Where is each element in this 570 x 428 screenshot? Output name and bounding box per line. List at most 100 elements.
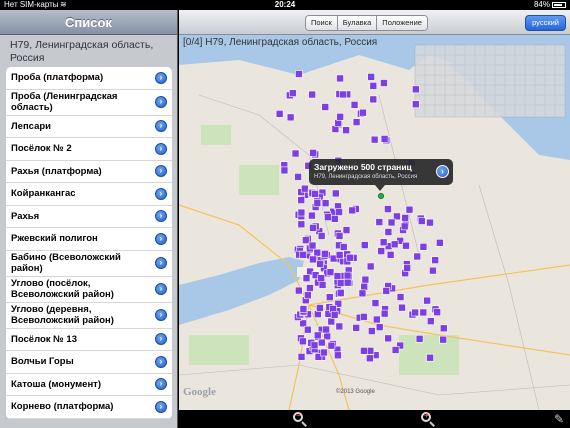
wiki-marker-icon[interactable] <box>308 241 317 250</box>
wiki-marker-icon[interactable] <box>309 149 317 157</box>
wiki-marker-icon[interactable] <box>286 113 295 122</box>
wiki-marker-icon[interactable] <box>294 173 302 181</box>
wiki-marker-icon[interactable] <box>299 251 307 259</box>
wiki-marker-icon[interactable] <box>275 110 284 118</box>
wiki-marker-icon[interactable] <box>429 266 437 275</box>
wiki-marker-icon[interactable] <box>360 282 368 291</box>
wiki-marker-icon[interactable] <box>391 346 400 354</box>
wiki-marker-icon[interactable] <box>411 308 419 317</box>
wiki-marker-icon[interactable] <box>335 322 344 331</box>
wiki-marker-icon[interactable] <box>369 82 378 90</box>
wiki-marker-icon[interactable] <box>313 331 322 340</box>
callout-disclosure-icon[interactable]: › <box>436 165 449 178</box>
disclosure-icon[interactable]: › <box>155 378 167 391</box>
wrench-icon[interactable]: ✎ <box>554 412 564 426</box>
disclosure-icon[interactable]: › <box>155 96 167 108</box>
wiki-marker-icon[interactable] <box>371 299 380 307</box>
list-item[interactable]: Рахья (платформа) › <box>6 161 172 183</box>
wiki-marker-icon[interactable] <box>370 135 379 144</box>
disclosure-icon[interactable]: › <box>155 309 167 321</box>
wiki-marker-icon[interactable] <box>387 218 396 227</box>
disclosure-icon[interactable]: › <box>155 333 167 346</box>
list-item[interactable]: Катоша (монумент) › <box>6 374 172 396</box>
wiki-marker-icon[interactable] <box>368 327 376 335</box>
wiki-marker-icon[interactable] <box>431 256 440 264</box>
wiki-marker-icon[interactable] <box>423 296 431 305</box>
wiki-marker-icon[interactable] <box>352 118 361 126</box>
zoom-in-button[interactable]: + <box>421 411 435 427</box>
wiki-marker-icon[interactable] <box>386 251 395 259</box>
disclosure-icon[interactable]: › <box>155 165 167 178</box>
wiki-marker-icon[interactable] <box>343 278 352 287</box>
wiki-marker-icon[interactable] <box>289 89 297 97</box>
disclosure-icon[interactable]: › <box>155 187 167 200</box>
wiki-marker-icon[interactable] <box>324 213 332 221</box>
wiki-marker-icon[interactable] <box>359 108 367 117</box>
pin-segment[interactable]: Булавка <box>337 16 378 30</box>
wiki-marker-icon[interactable] <box>299 319 307 328</box>
wiki-marker-icon[interactable] <box>316 304 324 312</box>
wiki-marker-icon[interactable] <box>331 215 339 223</box>
wiki-marker-icon[interactable] <box>352 324 361 332</box>
disclosure-icon[interactable]: › <box>155 120 167 133</box>
wiki-marker-icon[interactable] <box>335 208 343 216</box>
list-item[interactable]: Волчьи Горы › <box>6 351 172 374</box>
wiki-marker-icon[interactable] <box>302 236 310 244</box>
list-item[interactable]: Углово (посёлок, Всеволожский район) › <box>6 277 172 303</box>
disclosure-icon[interactable]: › <box>155 71 167 84</box>
wiki-marker-icon[interactable] <box>317 338 326 347</box>
wiki-marker-icon[interactable] <box>310 341 319 350</box>
wiki-marker-icon[interactable] <box>336 74 344 83</box>
wiki-marker-icon[interactable] <box>417 217 426 225</box>
wiki-marker-icon[interactable] <box>299 337 307 346</box>
wiki-marker-icon[interactable] <box>304 325 312 334</box>
wiki-marker-icon[interactable] <box>301 184 309 193</box>
wiki-marker-icon[interactable] <box>415 335 424 343</box>
wiki-marker-icon[interactable] <box>398 303 406 312</box>
wiki-marker-icon[interactable] <box>384 228 393 236</box>
wiki-marker-icon[interactable] <box>380 135 389 143</box>
wiki-marker-icon[interactable] <box>377 247 386 255</box>
wiki-marker-icon[interactable] <box>379 238 388 247</box>
disclosure-icon[interactable]: › <box>155 257 167 269</box>
wiki-marker-icon[interactable] <box>426 353 434 362</box>
list-item[interactable]: Корнево (платформа) › <box>6 396 172 419</box>
wiki-marker-icon[interactable] <box>402 241 410 250</box>
wiki-marker-icon[interactable] <box>302 274 311 283</box>
wiki-marker-icon[interactable] <box>327 341 336 350</box>
list-item[interactable]: Проба (платформа) › <box>6 67 172 90</box>
wiki-marker-icon[interactable] <box>419 243 428 251</box>
wiki-marker-icon[interactable] <box>433 308 441 316</box>
wiki-marker-icon[interactable] <box>339 90 347 99</box>
wiki-marker-icon[interactable] <box>280 166 289 175</box>
list-item[interactable]: Койранкангас › <box>6 183 172 206</box>
wiki-marker-icon[interactable] <box>295 70 303 78</box>
wiki-marker-icon[interactable] <box>318 281 327 289</box>
wiki-marker-icon[interactable] <box>411 100 420 109</box>
callout-bubble[interactable]: Загружено 500 страниц H79, Ленинградская… <box>309 159 453 185</box>
disclosure-icon[interactable]: › <box>155 142 167 155</box>
wiki-marker-icon[interactable] <box>390 240 399 249</box>
list-item[interactable]: Посёлок № 2 › <box>6 138 172 161</box>
wiki-marker-icon[interactable] <box>360 347 368 355</box>
wiki-marker-icon[interactable] <box>327 317 336 326</box>
wiki-marker-icon[interactable] <box>369 95 378 104</box>
wiki-marker-icon[interactable] <box>403 264 411 272</box>
wiki-marker-icon[interactable] <box>343 271 352 280</box>
wiki-marker-icon[interactable] <box>426 218 434 227</box>
wiki-marker-icon[interactable] <box>297 208 306 217</box>
disclosure-icon[interactable]: › <box>155 232 167 245</box>
wiki-marker-icon[interactable] <box>342 226 351 234</box>
disclosure-icon[interactable]: › <box>155 210 167 223</box>
wiki-marker-icon[interactable] <box>382 287 391 295</box>
wiki-marker-icon[interactable] <box>436 239 444 247</box>
wiki-marker-icon[interactable] <box>336 279 345 287</box>
wiki-marker-icon[interactable] <box>311 190 319 198</box>
wiki-marker-icon[interactable] <box>333 272 342 280</box>
wiki-marker-icon[interactable] <box>413 252 422 261</box>
wiki-marker-icon[interactable] <box>304 291 312 300</box>
wiki-marker-icon[interactable] <box>297 196 306 204</box>
wiki-marker-icon[interactable] <box>439 335 447 344</box>
language-button[interactable]: русский <box>525 15 566 31</box>
list-item[interactable]: Углово (деревня, Всеволожский район) › <box>6 303 172 329</box>
